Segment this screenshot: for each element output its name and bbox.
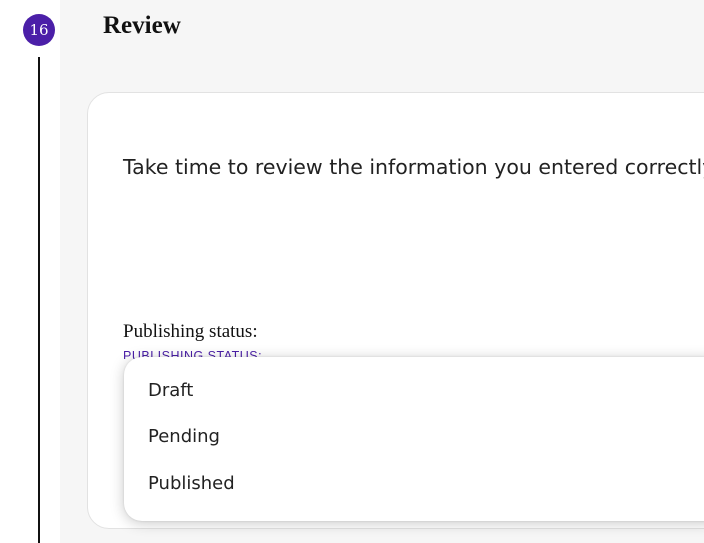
- status-option-published[interactable]: Published: [148, 473, 235, 494]
- step-number-badge: 16: [23, 14, 55, 46]
- status-option-pending[interactable]: Pending: [148, 426, 220, 447]
- publishing-status-dropdown-menu: Draft Pending Published: [124, 357, 704, 521]
- status-option-draft[interactable]: Draft: [148, 380, 193, 401]
- review-instructions: Take time to review the information you …: [123, 155, 704, 179]
- step-title: Review: [103, 12, 181, 39]
- page: 16 Review Take time to review the inform…: [0, 0, 704, 543]
- publishing-status-label: Publishing status:: [123, 321, 258, 342]
- step-timeline-line: [38, 57, 40, 543]
